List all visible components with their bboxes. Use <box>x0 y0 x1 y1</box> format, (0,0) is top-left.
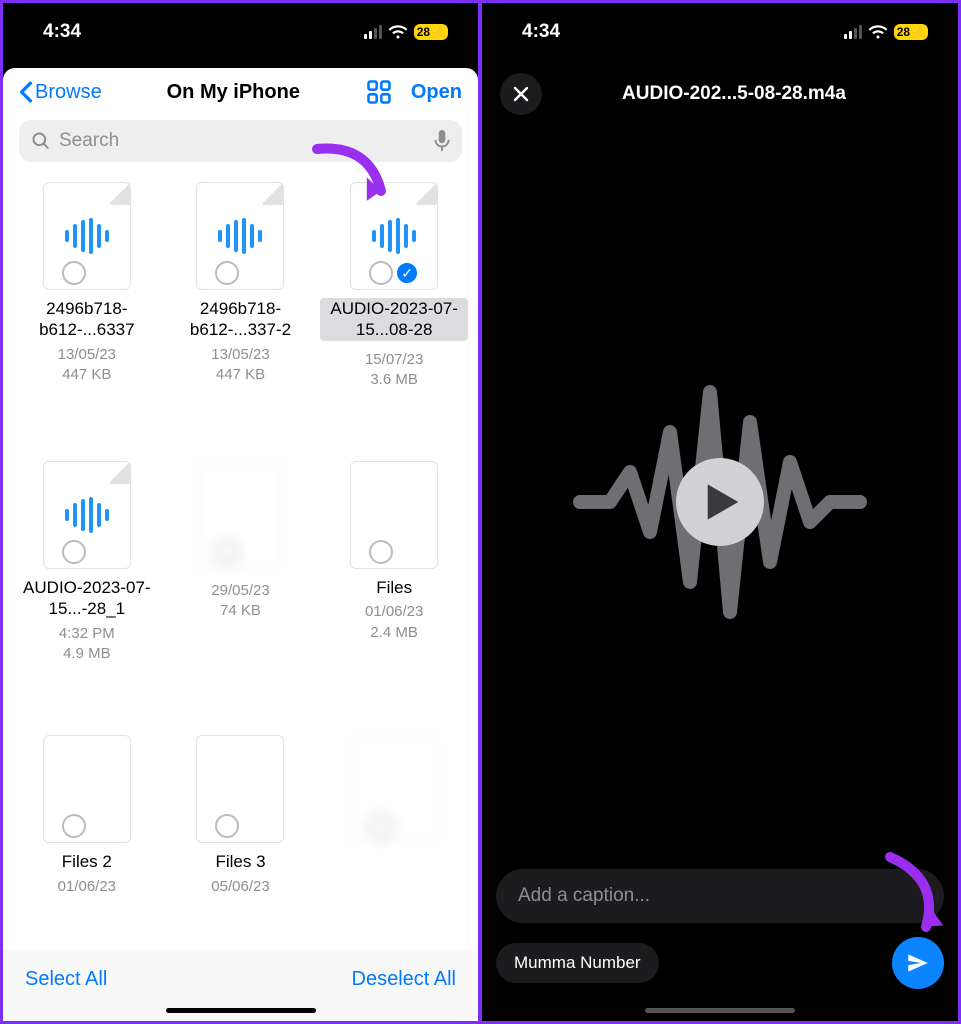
file-item[interactable]: AUDIO-2023-07-15...-28_14:32 PM4.9 MB <box>13 461 161 717</box>
audio-file-icon <box>43 182 131 290</box>
search-icon <box>31 131 51 151</box>
home-indicator <box>645 1008 795 1013</box>
select-all-button[interactable]: Select All <box>25 968 107 991</box>
play-icon <box>705 482 741 522</box>
file-item[interactable]: 29/05/2374 KB <box>167 461 315 717</box>
file-grid: 2496b718-b612-...633713/05/23447 KB 2496… <box>3 172 478 950</box>
audio-file-icon <box>43 461 131 569</box>
play-button[interactable] <box>676 458 764 546</box>
selection-circle <box>369 814 393 838</box>
file-name: Files <box>320 577 468 598</box>
chevron-left-icon <box>19 81 33 103</box>
clock: 4:34 <box>522 21 560 43</box>
file-name: Files 3 <box>167 851 315 872</box>
file-name: Files 2 <box>13 851 161 872</box>
close-button[interactable] <box>500 73 542 115</box>
wifi-icon <box>388 25 408 40</box>
document-file-icon <box>196 735 284 843</box>
checkmark-icon: ✓ <box>395 261 419 285</box>
open-button[interactable]: Open <box>411 81 462 104</box>
wifi-icon <box>868 25 888 40</box>
selection-circle <box>215 814 239 838</box>
back-label: Browse <box>35 81 102 104</box>
cellular-signal-icon <box>844 25 862 39</box>
deselect-all-button[interactable]: Deselect All <box>352 968 457 991</box>
file-meta: 4:32 PM4.9 MB <box>13 624 161 665</box>
grid-view-icon[interactable] <box>365 78 393 106</box>
annotation-arrow <box>309 139 399 219</box>
file-title: AUDIO-202...5-08-28.m4a <box>568 83 940 105</box>
file-name: 2496b718-b612-...337-2 <box>167 298 315 341</box>
file-item[interactable]: ✓ AUDIO-2023-07-15...08-28 15/07/233.6 MB <box>320 182 468 443</box>
file-meta: 01/06/232.4 MB <box>320 602 468 643</box>
file-meta: 05/06/23 <box>167 877 315 897</box>
caption-placeholder: Add a caption... <box>518 885 650 906</box>
send-icon <box>905 950 931 976</box>
file-name: 2496b718-b612-...6337 <box>13 298 161 341</box>
audio-preview <box>482 135 958 869</box>
file-item[interactable]: Files 2 01/06/23 <box>13 735 161 950</box>
file-meta: 13/05/23447 KB <box>13 345 161 386</box>
document-file-icon <box>350 461 438 569</box>
back-button[interactable]: Browse <box>19 81 102 104</box>
selection-circle <box>369 540 393 564</box>
file-meta: 15/07/233.6 MB <box>320 350 468 391</box>
page-title: On My iPhone <box>167 81 300 104</box>
file-item[interactable] <box>320 735 468 950</box>
home-indicator <box>166 1008 316 1013</box>
file-item[interactable]: 2496b718-b612-...633713/05/23447 KB <box>13 182 161 443</box>
selection-circle <box>62 814 86 838</box>
file-meta: 29/05/2374 KB <box>167 581 315 622</box>
file-item[interactable]: Files 01/06/232.4 MB <box>320 461 468 717</box>
file-meta: 01/06/23 <box>13 877 161 897</box>
selection-circle <box>62 261 86 285</box>
files-sheet: Browse On My iPhone Open Search 2496b718… <box>3 68 478 1021</box>
audio-preview-screen: 4:34 28⚡ AUDIO-202...5-08-28.m4a Add a c… <box>480 0 961 1024</box>
status-bar: 4:34 28⚡ <box>3 3 478 61</box>
battery-icon: 28⚡ <box>894 24 928 40</box>
file-item[interactable]: 2496b718-b612-...337-213/05/23447 KB <box>167 182 315 443</box>
document-file-icon <box>43 735 131 843</box>
close-icon <box>512 85 530 103</box>
file-name: AUDIO-2023-07-15...08-28 <box>320 298 468 341</box>
selection-circle <box>215 540 239 564</box>
selection-circle <box>215 261 239 285</box>
battery-icon: 28⚡ <box>414 24 448 40</box>
clock: 4:34 <box>43 21 81 43</box>
audio-file-icon <box>196 182 284 290</box>
annotation-arrow <box>870 849 950 949</box>
dictation-icon[interactable] <box>434 130 450 152</box>
file-meta: 13/05/23447 KB <box>167 345 315 386</box>
file-name: AUDIO-2023-07-15...-28_1 <box>13 577 161 620</box>
recipient-chip[interactable]: Mumma Number <box>496 943 659 983</box>
selection-circle <box>62 540 86 564</box>
file-item[interactable]: Files 3 05/06/23 <box>167 735 315 950</box>
cellular-signal-icon <box>364 25 382 39</box>
document-file-icon <box>350 735 438 843</box>
document-file-icon <box>196 461 284 569</box>
selection-circle <box>369 261 393 285</box>
files-picker-screen: 4:34 28⚡ Browse On My iPhone Open Search <box>0 0 480 1024</box>
status-bar: 4:34 28⚡ <box>482 3 958 61</box>
